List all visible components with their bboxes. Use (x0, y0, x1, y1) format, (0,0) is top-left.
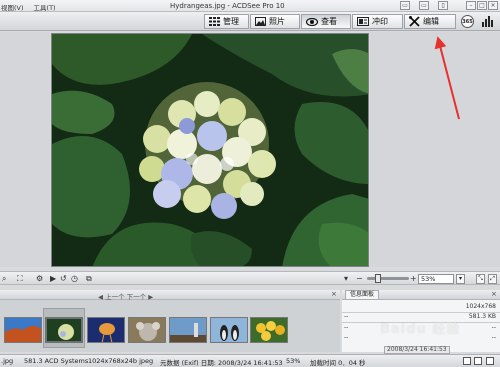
right-panel (370, 32, 500, 267)
mode-view-label: 查看 (321, 17, 337, 26)
left-panel (0, 32, 50, 267)
grid-icon (209, 17, 220, 26)
window-size-icon[interactable]: ▭ (419, 1, 429, 10)
close-icon[interactable]: × (488, 1, 498, 10)
status-toggle-icon[interactable] (486, 357, 494, 365)
settings-icon[interactable]: ⚙ (36, 274, 43, 283)
status-bar: .jpg 581.3 ACD Systems 1024x768x24b jpeg… (0, 354, 500, 367)
timer-icon[interactable]: ◷ (71, 274, 78, 283)
info-row-left: -- (344, 334, 349, 341)
mode-manage-button[interactable]: 管理 (204, 14, 249, 29)
zoom-icon[interactable]: ⌕ (2, 274, 6, 284)
info-row-right: -- (491, 324, 496, 331)
maximize-icon[interactable]: □ (477, 1, 487, 10)
filmstrip (0, 300, 340, 352)
thumbnail-jellyfish[interactable] (87, 317, 125, 343)
rotate-left-icon[interactable]: ↺ (60, 274, 67, 283)
zoom-out-icon[interactable]: − (356, 274, 363, 283)
filmstrip-header: ◀ 上一个 下一个 ▶ × (0, 290, 340, 301)
status-dimensions: 1024x768x24b jpeg (88, 357, 154, 365)
baidu-watermark: Baidu 经验 (380, 322, 461, 337)
info-row-left: -- (344, 313, 349, 320)
filmstrip-close-icon[interactable]: × (331, 290, 337, 298)
info-row-left: -- (344, 324, 349, 331)
menu-view[interactable]: 视图(V) (1, 2, 24, 12)
zoom-slider[interactable] (367, 274, 409, 283)
mode-edit-label: 编辑 (423, 17, 439, 26)
status-exif-date: 元数据 (Exif) 日期: 2008/3/24 16:41:53 (160, 359, 283, 367)
thumbnail-hydrangeas[interactable] (45, 317, 83, 343)
status-load-time: 加载时间 0．04 秒 (310, 359, 366, 367)
info-panel-close-icon[interactable]: × (491, 290, 497, 298)
dual-view-icon[interactable]: ⧉ (86, 274, 92, 284)
actual-size-icon[interactable]: ⤢ (488, 274, 497, 284)
thumbnail-tulips[interactable] (250, 317, 288, 343)
zoom-dropdown-icon[interactable]: ▾ (456, 274, 465, 284)
menu-tools[interactable]: 工具(T) (34, 2, 56, 12)
acdsee-365-icon[interactable]: 365 (461, 15, 474, 28)
minimize-icon[interactable]: – (466, 1, 476, 10)
info-panel-tab[interactable]: 信息面板 (345, 290, 380, 300)
thumbnail-koala[interactable] (128, 317, 166, 343)
mode-photos-label: 照片 (269, 17, 285, 26)
fit-icon[interactable]: ⤡ (476, 274, 485, 284)
mode-edit-button[interactable]: 编辑 (404, 14, 456, 29)
eye-icon (306, 17, 318, 26)
mode-develop-button[interactable]: 冲印 (352, 14, 403, 29)
info-row-right: -- (491, 334, 496, 341)
fullscreen-icon[interactable]: ⛶ (17, 274, 23, 284)
mode-view-button[interactable]: 查看 (301, 14, 351, 29)
zoom-slider-thumb[interactable] (375, 274, 381, 283)
mode-develop-label: 冲印 (372, 17, 388, 26)
menu-bar: 视图(V) 工具(T) (1, 2, 56, 12)
mode-manage-label: 管理 (223, 17, 239, 26)
status-size-owner: 581.3 ACD Systems (24, 357, 89, 365)
panel-icon[interactable]: ▯ (438, 1, 448, 10)
window-title: Hydrangeas.jpg - ACDSee Pro 10 (170, 2, 285, 10)
restore-icon[interactable]: ▭ (400, 1, 410, 10)
status-toggle-icon[interactable] (463, 357, 471, 365)
play-icon[interactable]: ▶ (50, 274, 56, 283)
edit-tools-icon (409, 16, 420, 27)
info-date: 2008/3/24 16:41:53 (384, 346, 450, 354)
viewer-toolbar: ⌕ ⛶ ⚙ ▶ ↺ ◷ ⧉ ▾ − + 53% ▾ ⤡ ⤢ (0, 271, 500, 285)
info-panel-header: 信息面板 × (342, 290, 500, 300)
zoom-select[interactable]: 53% (418, 274, 454, 284)
dropdown-icon[interactable]: ▾ (344, 274, 348, 283)
hydrangea-photo (52, 34, 368, 266)
image-viewer[interactable] (51, 33, 369, 267)
status-zoom: 53% (286, 357, 301, 365)
thumbnail-penguins[interactable] (210, 317, 248, 343)
zoom-in-icon[interactable]: + (410, 274, 417, 283)
thumbnail-lighthouse[interactable] (169, 317, 207, 343)
info-row-right: 1024x768 (465, 303, 496, 310)
status-toggle-icon[interactable] (474, 357, 482, 365)
acdsee-window: 视图(V) 工具(T) Hydrangeas.jpg - ACDSee Pro … (0, 0, 500, 367)
photo-icon (255, 17, 266, 26)
info-row-right: 581.3 KB (468, 313, 496, 320)
mode-photos-button[interactable]: 照片 (250, 14, 300, 29)
info-row: 1024x768 (344, 303, 498, 311)
develop-icon (357, 17, 369, 26)
dashboard-icon[interactable] (482, 16, 494, 27)
status-extension: .jpg (1, 357, 14, 365)
mode-bar: 管理 照片 查看 冲印 编辑 365 (0, 12, 500, 31)
title-bar: 视图(V) 工具(T) Hydrangeas.jpg - ACDSee Pro … (0, 0, 500, 12)
thumbnail-desert[interactable] (4, 317, 42, 343)
